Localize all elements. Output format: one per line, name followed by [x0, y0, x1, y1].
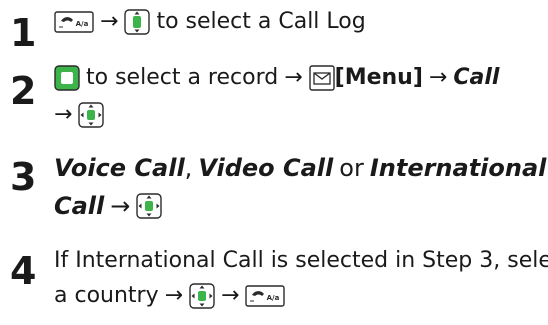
nav-up-down-icon: [124, 9, 150, 35]
call-option: Call: [54, 192, 105, 220]
step-3-line-1: Voice Call , Video Call or International: [54, 153, 546, 183]
step-4-line-1: If International Call is selected in Ste…: [54, 246, 548, 276]
voice-call-option: Voice Call: [54, 154, 185, 182]
center-key-icon: [189, 283, 215, 309]
multi-selector-green-icon: [54, 65, 80, 91]
step-3-line-2: Call →: [54, 191, 162, 221]
call-key-icon: [54, 11, 94, 33]
step-1-text: to select a Call Log: [156, 9, 366, 34]
step-2-text: to select a record: [86, 65, 279, 90]
international-call-option: International: [369, 154, 547, 182]
or-text: or: [339, 154, 364, 182]
video-call-option: Video Call: [198, 154, 334, 182]
step-number: 3: [10, 155, 37, 199]
arrow: →: [110, 192, 131, 220]
call-option: Call: [453, 65, 500, 90]
step-4-line-2: a country → →: [54, 281, 285, 311]
call-key-icon: [245, 285, 285, 307]
step-number: 1: [10, 11, 37, 55]
step-2-line-2: →: [54, 100, 104, 130]
arrow: →: [428, 65, 448, 90]
arrow: →: [221, 283, 240, 308]
step-2-line-1: to select a record → [Menu] → Call: [54, 63, 499, 93]
step-4-text: If International Call is selected in Ste…: [54, 248, 548, 273]
step-1-line: → to select a Call Log: [54, 7, 366, 37]
country-text: a country: [54, 283, 159, 308]
center-key-icon: [78, 102, 104, 128]
separator: ,: [184, 154, 193, 182]
step-number: 2: [10, 69, 37, 113]
arrow: →: [100, 9, 119, 34]
arrow: →: [164, 283, 184, 308]
arrow: →: [284, 65, 303, 90]
center-key-icon: [136, 193, 162, 219]
menu-label: [Menu]: [334, 65, 423, 90]
step-number: 4: [10, 249, 37, 293]
arrow: →: [54, 102, 73, 127]
mail-key-icon: [309, 65, 335, 91]
